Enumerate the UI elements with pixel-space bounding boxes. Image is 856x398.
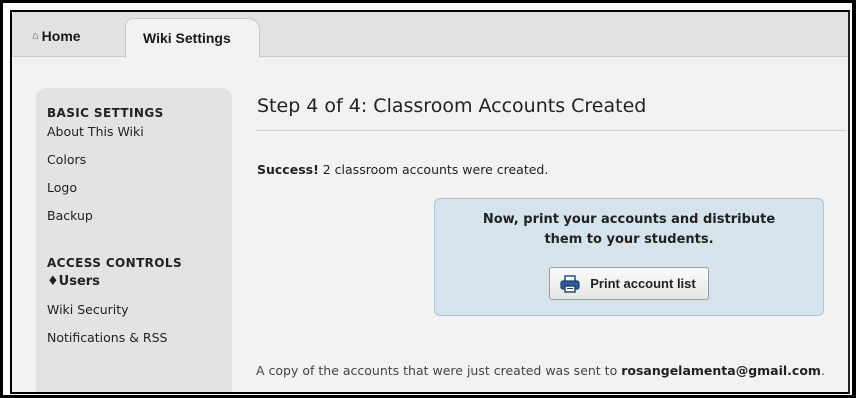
- sidebar-item-logo[interactable]: Logo: [47, 178, 232, 206]
- email-note-end: .: [820, 363, 825, 378]
- tab-home-label: Home: [41, 28, 81, 44]
- tab-bar: ⌂ Home Wiki Settings: [12, 12, 848, 58]
- page-title: Step 4 of 4: Classroom Accounts Created: [257, 95, 647, 117]
- house-icon: ⌂: [32, 30, 39, 42]
- tab-wiki-settings[interactable]: Wiki Settings: [125, 18, 260, 58]
- settings-sidebar: BASIC SETTINGS About This Wiki Colors Lo…: [36, 88, 232, 392]
- sidebar-item-about-this-wiki[interactable]: About This Wiki: [47, 122, 232, 150]
- sidebar-item-colors[interactable]: Colors: [47, 150, 232, 178]
- recipient-email: rosangelamenta@gmail.com: [621, 363, 821, 378]
- sidebar-item-notifications-rss[interactable]: Notifications & RSS: [47, 328, 232, 356]
- main-content: Step 4 of 4: Classroom Accounts Created …: [256, 88, 848, 378]
- sidebar-item-backup[interactable]: Backup: [47, 206, 232, 234]
- print-button-label: Print account list: [590, 276, 696, 291]
- sidebar-item-users[interactable]: ♦Users: [47, 272, 232, 300]
- title-divider: [256, 130, 846, 131]
- success-message: Success! 2 classroom accounts were creat…: [257, 162, 548, 177]
- callout-text: Now, print your accounts and distribute …: [482, 212, 776, 247]
- print-account-list-button[interactable]: Print account list: [549, 267, 709, 300]
- success-text: 2 classroom accounts were created.: [318, 162, 549, 177]
- screenshot-frame: ⌂ Home Wiki Settings BASIC SETTINGS Abou…: [0, 0, 856, 398]
- sidebar-item-wiki-security[interactable]: Wiki Security: [47, 300, 232, 328]
- print-callout-box: Now, print your accounts and distribute …: [434, 198, 824, 316]
- sidebar-heading-basic-settings: BASIC SETTINGS: [47, 106, 164, 120]
- printer-icon: [560, 274, 580, 293]
- success-label: Success!: [257, 162, 319, 177]
- tab-home[interactable]: ⌂ Home: [32, 26, 81, 46]
- email-confirmation-note: A copy of the accounts that were just cr…: [256, 363, 825, 378]
- wiki-settings-window: ⌂ Home Wiki Settings BASIC SETTINGS Abou…: [10, 10, 850, 394]
- email-note-text: A copy of the accounts that were just cr…: [256, 363, 622, 378]
- tab-wiki-settings-label: Wiki Settings: [143, 30, 231, 46]
- sidebar-heading-access-controls: ACCESS CONTROLS: [47, 256, 182, 270]
